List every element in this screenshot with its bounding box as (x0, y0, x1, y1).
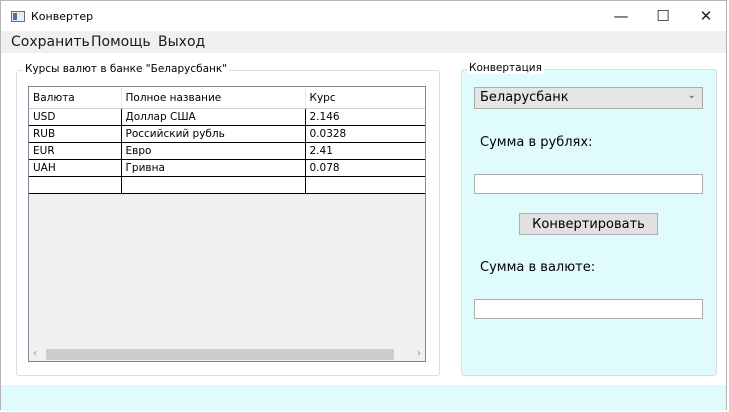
cell-full-name[interactable]: Гривна (121, 159, 306, 177)
cell-rate[interactable] (305, 176, 425, 194)
menu-save[interactable]: Сохранить (11, 34, 90, 50)
app-window: Конвертер — ☐ ✕ Сохранить Помощь Выход К… (0, 0, 727, 411)
table-row[interactable]: EUR Евро 2.41 (29, 142, 425, 160)
rates-datagrid[interactable]: Валюта Полное название Курс USD Доллар С… (28, 86, 426, 362)
sum-currency-label: Сумма в валюте: (480, 260, 596, 275)
rates-table: Валюта Полное название Курс USD Доллар С… (29, 87, 425, 194)
column-header-full-name[interactable]: Полное название (121, 87, 306, 109)
table-new-row[interactable] (29, 176, 425, 194)
cell-currency[interactable]: RUB (29, 125, 122, 143)
window-title: Конвертер (31, 10, 94, 23)
cell-rate[interactable]: 0.078 (305, 159, 425, 177)
cell-currency[interactable]: USD (29, 108, 122, 126)
cell-currency[interactable] (29, 176, 122, 194)
cell-currency[interactable]: UAH (29, 159, 122, 177)
table-header-row: Валюта Полное название Курс (29, 87, 425, 109)
horizontal-scrollbar[interactable]: ‹ › (29, 347, 425, 361)
table-row[interactable]: UAH Гривна 0.078 (29, 159, 425, 177)
table-row[interactable]: USD Доллар США 2.146 (29, 108, 425, 126)
column-header-currency[interactable]: Валюта (29, 87, 122, 109)
convert-button[interactable]: Конвертировать (519, 213, 658, 235)
minimize-button[interactable]: — (599, 1, 643, 31)
status-bar (1, 385, 726, 411)
cell-full-name[interactable]: Доллар США (121, 108, 306, 126)
maximize-button[interactable]: ☐ (641, 1, 685, 31)
cell-rate[interactable]: 2.41 (305, 142, 425, 160)
app-icon (11, 11, 25, 22)
cell-full-name[interactable] (121, 176, 306, 194)
title-bar: Конвертер — ☐ ✕ (1, 1, 726, 31)
chevron-left-icon[interactable]: ‹ (33, 347, 37, 361)
cell-currency[interactable]: EUR (29, 142, 122, 160)
cell-rate[interactable]: 2.146 (305, 108, 425, 126)
menu-exit[interactable]: Выход (158, 34, 205, 50)
chevron-down-icon: ⌄ (687, 90, 696, 101)
bank-select-value: Беларусбанк (480, 90, 569, 105)
close-button[interactable]: ✕ (684, 1, 728, 31)
conversion-group-label: Конвертация (467, 62, 544, 74)
menu-help[interactable]: Помощь (91, 34, 151, 50)
sum-currency-input[interactable] (474, 299, 703, 319)
menu-bar: Сохранить Помощь Выход (1, 31, 726, 53)
sum-rubles-label: Сумма в рублях: (480, 135, 593, 150)
cell-full-name[interactable]: Российский рубль (121, 125, 306, 143)
bank-select[interactable]: Беларусбанк ⌄ (474, 87, 703, 109)
chevron-right-icon[interactable]: › (417, 347, 421, 361)
column-header-rate[interactable]: Курс (305, 87, 425, 109)
cell-full-name[interactable]: Евро (121, 142, 306, 160)
scrollbar-thumb[interactable] (46, 349, 394, 360)
table-row[interactable]: RUB Российский рубль 0.0328 (29, 125, 425, 143)
rates-group-label: Курсы валют в банке "Беларусбанк" (23, 63, 230, 75)
cell-rate[interactable]: 0.0328 (305, 125, 425, 143)
sum-rubles-input[interactable] (474, 174, 703, 194)
